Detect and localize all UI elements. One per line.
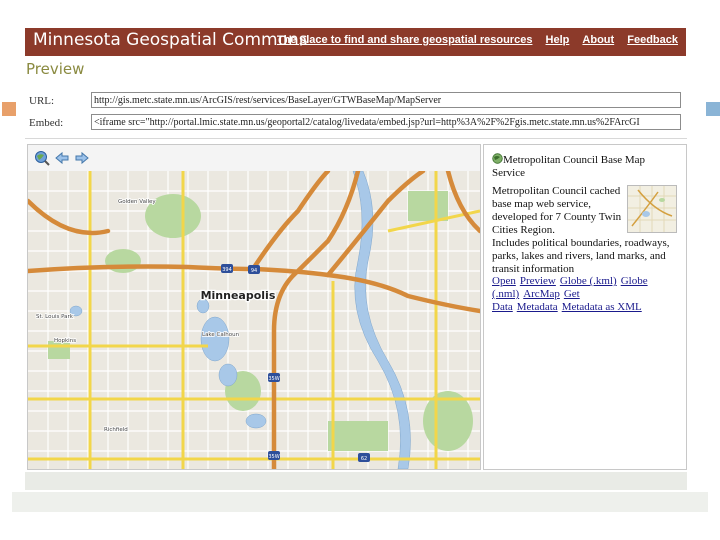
svg-text:394: 394 [222,267,232,273]
svg-text:Golden Valley: Golden Valley [118,199,156,205]
slide-marker-left [2,102,16,116]
globe-icon [492,153,503,164]
banner-nav: The place to find and share geospatial r… [277,34,678,46]
svg-text:35W: 35W [268,454,279,460]
service-description: Metropolitan Council cached base map web… [492,185,622,236]
divider [25,138,687,139]
svg-text:Richfield: Richfield [104,427,128,433]
preview-link[interactable]: Preview [520,275,556,287]
service-details: Includes political boundaries, roadways,… [492,237,670,275]
metadata-xml-link[interactable]: Metadata as XML [562,301,642,313]
open-link[interactable]: Open [492,275,516,287]
arcmap-link[interactable]: ArcMap [523,288,560,300]
basemap-image: 394 94 35W 35W 62 Minneapolis Golden Val… [28,171,480,469]
service-links: Open Preview Globe (.kml) Globe (.nml) ArcMa… [492,275,682,314]
map-viewer[interactable]: 394 94 35W 35W 62 Minneapolis Golden Val… [27,144,481,470]
link-fields: URL: http://gis.metc.state.mn.us/ArcGIS/… [25,86,687,136]
about-link[interactable]: About [582,34,614,46]
back-arrow-icon[interactable] [54,150,70,166]
service-title: Metropolitan Council Base Map Service [492,153,646,179]
svg-text:94: 94 [251,268,257,274]
svg-text:35W: 35W [268,376,279,382]
globe-kml-link[interactable]: Globe (.kml) [560,275,617,287]
service-info-panel: Metropolitan Council Base Map Service Me… [483,144,687,470]
forward-arrow-icon[interactable] [74,150,90,166]
svg-text:Lake Calhoun: Lake Calhoun [202,332,240,338]
map-toolbar [28,145,480,171]
url-field[interactable]: http://gis.metc.state.mn.us/ArcGIS/rest/… [91,92,681,108]
svg-text:Hopkins: Hopkins [54,338,76,344]
svg-text:62: 62 [361,456,367,462]
feedback-link[interactable]: Feedback [627,34,678,46]
slide-marker-right [706,102,720,116]
help-link[interactable]: Help [546,34,570,46]
service-thumbnail [627,185,677,233]
city-label: Minneapolis [201,289,276,302]
site-tagline[interactable]: The place to find and share geospatial r… [277,34,533,46]
site-title[interactable]: Minnesota Geospatial Commons [33,30,308,50]
embed-field[interactable]: <iframe src="http://portal.lmic.state.mn… [91,114,681,130]
zoom-globe-icon[interactable] [34,150,50,166]
footer-bar [25,472,687,490]
url-label: URL: [29,95,55,107]
svg-text:St. Louis Park: St. Louis Park [36,314,74,320]
site-banner: Minnesota Geospatial Commons The place t… [25,28,686,56]
preview-heading: Preview [26,60,85,78]
slide-bottom-band [12,492,708,512]
embed-label: Embed: [29,117,64,129]
metadata-link[interactable]: Metadata [517,301,558,313]
browser-frame: Minnesota Geospatial Commons The place t… [25,26,687,490]
